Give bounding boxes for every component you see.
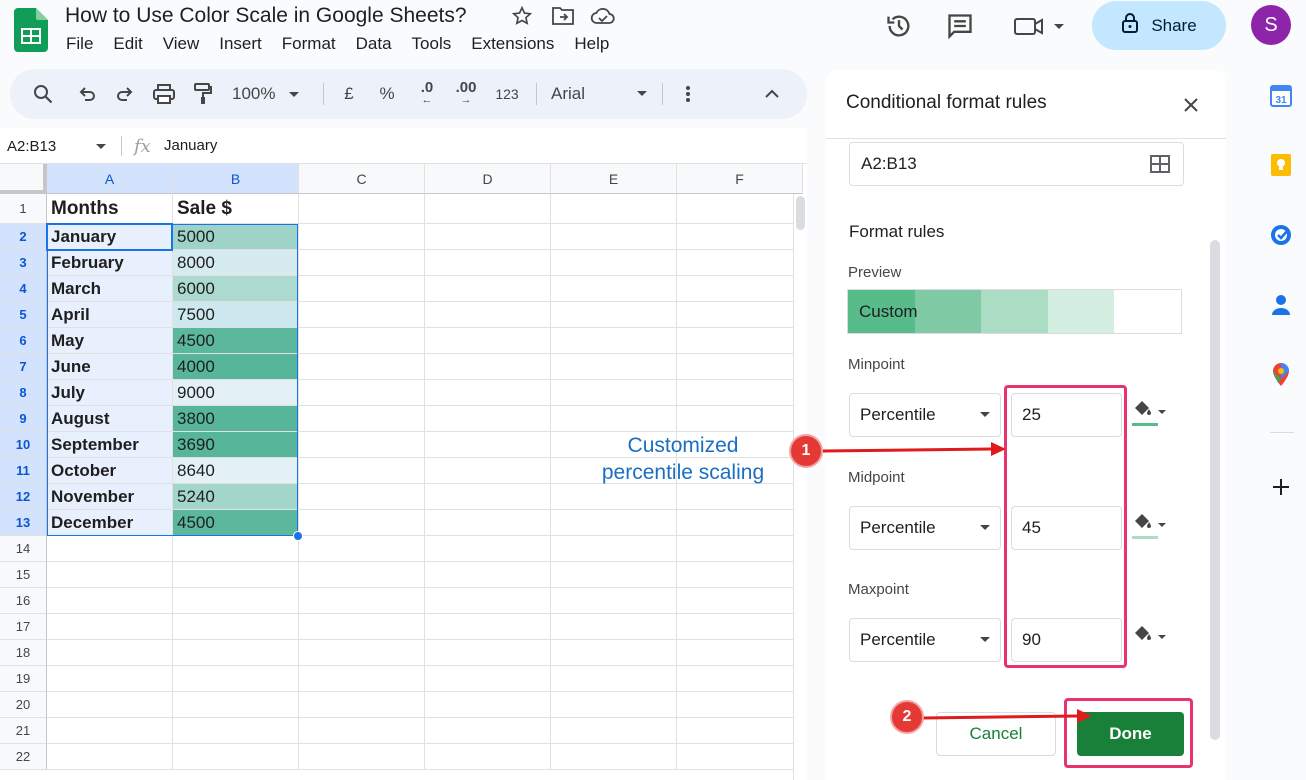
keep-icon[interactable] xyxy=(1268,152,1294,178)
annotation-arrows xyxy=(822,442,1092,723)
calendar-icon[interactable]: 31 xyxy=(1268,83,1294,109)
add-app-icon[interactable] xyxy=(1268,474,1294,500)
side-divider xyxy=(1270,432,1294,433)
arrow-2-line xyxy=(922,714,1079,720)
contacts-icon[interactable] xyxy=(1268,292,1294,318)
svg-text:31: 31 xyxy=(1275,95,1287,106)
tasks-icon[interactable] xyxy=(1268,222,1294,248)
arrow-2-head xyxy=(1077,709,1092,723)
arrow-1-line xyxy=(822,447,993,453)
step-badge-2: 2 xyxy=(890,700,924,734)
arrow-1-head xyxy=(991,442,1006,456)
step-badge-1: 1 xyxy=(789,434,823,468)
maps-icon[interactable] xyxy=(1268,362,1294,388)
